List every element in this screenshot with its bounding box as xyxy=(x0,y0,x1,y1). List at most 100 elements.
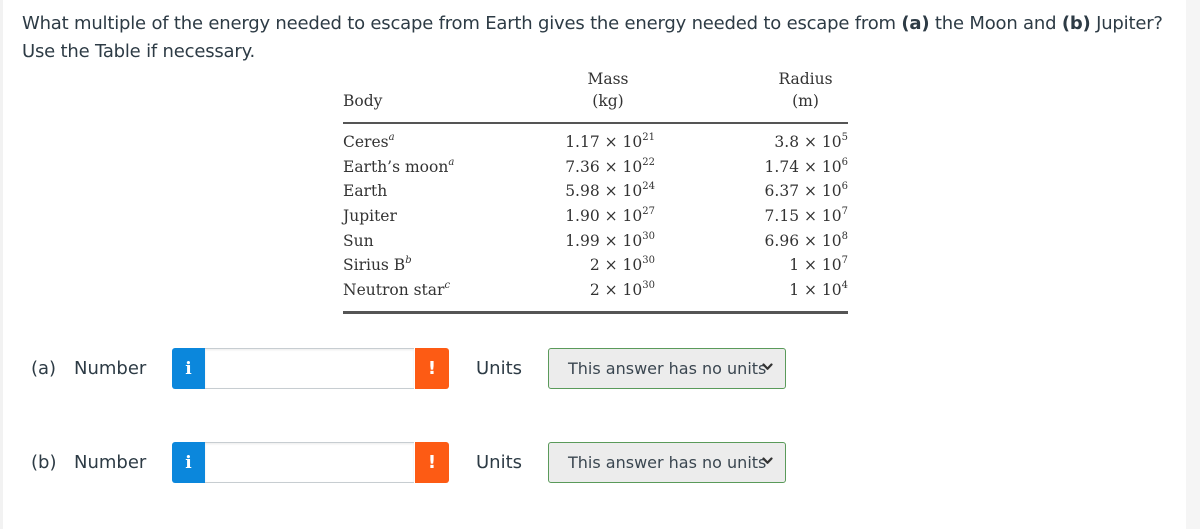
table-row: Earth’s moona 7.36 × 1022 1.74 × 106 xyxy=(343,155,848,180)
cell-mass: 1.90 × 1027 xyxy=(565,204,655,228)
header-radius-title: Radius xyxy=(778,70,833,88)
radius-mantissa: 6.37 × 10 xyxy=(764,182,842,201)
answer-row-b: (b) Number i! Units This answer has no units xyxy=(0,442,800,486)
mass-exponent: 30 xyxy=(642,230,655,242)
part-label: (a) xyxy=(31,358,57,379)
units-label: Units xyxy=(476,358,523,379)
table-body: Ceresa 1.17 × 1021 3.8 × 105 Earth’s moona 7… xyxy=(343,124,848,303)
cell-mass: 5.98 × 1024 xyxy=(565,179,655,203)
cell-mass: 1.17 × 1021 xyxy=(565,130,655,154)
cell-radius: 1.74 × 106 xyxy=(765,155,848,179)
units-selected-value: This answer has no units xyxy=(568,453,767,472)
cell-mass: 1.99 × 1030 xyxy=(565,229,655,253)
header-mass: Mass (kg) xyxy=(558,68,658,112)
question-part-1: What multiple of the energy needed to es… xyxy=(22,13,902,34)
number-input[interactable] xyxy=(205,348,414,389)
answer-row-a: (a) Number i! Units This answer has no units xyxy=(0,348,800,392)
table-row: Sirius Bb 2 × 1030 1 × 107 xyxy=(343,253,848,278)
mass-mantissa: 2 × 10 xyxy=(589,281,643,300)
cell-body: Jupiter xyxy=(343,204,397,228)
warning-button[interactable]: ! xyxy=(415,442,449,483)
question-marker-b: (b) xyxy=(1061,13,1091,34)
number-input[interactable] xyxy=(205,442,414,483)
body-name: Neutron star xyxy=(343,281,445,300)
mass-mantissa: 7.36 × 10 xyxy=(565,157,643,176)
body-name: Ceres xyxy=(343,133,389,151)
radius-mantissa: 1.74 × 10 xyxy=(764,157,842,176)
info-button[interactable]: i xyxy=(172,348,205,389)
warning-icon: ! xyxy=(427,452,437,473)
units-label: Units xyxy=(476,452,523,473)
table-row: Earth 5.98 × 1024 6.37 × 106 xyxy=(343,179,848,204)
radius-exponent: 6 xyxy=(841,181,848,193)
radius-mantissa: 7.15 × 10 xyxy=(764,207,842,226)
radius-exponent: 8 xyxy=(841,230,848,242)
question-marker-a: (a) xyxy=(901,13,930,34)
table-header-row: Body Mass (kg) Radius (m) xyxy=(343,66,848,118)
footnote-marker: b xyxy=(405,255,412,267)
cell-radius: 7.15 × 107 xyxy=(765,204,848,228)
body-name: Earth’s moon xyxy=(343,157,449,176)
body-name: Earth xyxy=(343,182,388,201)
cell-radius: 1 × 104 xyxy=(789,278,848,302)
radius-mantissa: 3.8 × 10 xyxy=(774,133,842,151)
mass-mantissa: 1.99 × 10 xyxy=(565,231,643,250)
warning-icon: ! xyxy=(427,358,437,379)
cell-body: Sirius Bb xyxy=(343,253,412,277)
body-name: Sirius B xyxy=(343,256,406,275)
body-name: Sun xyxy=(343,231,374,250)
cell-body: Earth xyxy=(343,179,387,203)
info-icon: i xyxy=(185,452,192,473)
cell-radius: 6.96 × 108 xyxy=(765,229,848,253)
info-button[interactable]: i xyxy=(172,442,205,483)
mass-exponent: 24 xyxy=(642,181,655,193)
radius-mantissa: 6.96 × 10 xyxy=(764,231,842,250)
question-part-2: the Moon and xyxy=(929,13,1062,34)
radius-exponent: 4 xyxy=(841,279,848,291)
cell-radius: 1 × 107 xyxy=(789,253,848,277)
number-label: Number xyxy=(74,358,147,379)
chevron-down-icon xyxy=(762,457,773,464)
footnote-marker: a xyxy=(448,156,455,168)
planetary-data-table: Body Mass (kg) Radius (m) Ceresa 1.17 × 1… xyxy=(343,66,848,314)
radius-exponent: 5 xyxy=(841,131,848,143)
mass-mantissa: 5.98 × 10 xyxy=(565,182,643,201)
cell-body: Neutron starc xyxy=(343,278,450,302)
part-label: (b) xyxy=(31,452,57,473)
table-bottom-rule xyxy=(343,310,848,314)
units-select[interactable]: This answer has no units xyxy=(548,442,786,483)
body-name: Jupiter xyxy=(343,207,397,226)
mass-exponent: 21 xyxy=(642,131,655,143)
table-row: Sun 1.99 × 1030 6.96 × 108 xyxy=(343,229,848,254)
cell-mass: 7.36 × 1022 xyxy=(565,155,655,179)
cell-body: Sun xyxy=(343,229,374,253)
mass-exponent: 30 xyxy=(642,255,655,267)
header-radius-unit: (m) xyxy=(792,92,819,110)
info-icon: i xyxy=(185,358,192,379)
radius-exponent: 6 xyxy=(841,156,848,168)
radius-exponent: 7 xyxy=(841,255,848,267)
mass-exponent: 30 xyxy=(642,279,655,291)
units-selected-value: This answer has no units xyxy=(568,359,767,378)
table-row: Jupiter 1.90 × 1027 7.15 × 107 xyxy=(343,204,848,229)
header-mass-title: Mass xyxy=(587,70,629,88)
radius-mantissa: 1 × 10 xyxy=(789,256,842,275)
question-text: What multiple of the energy needed to es… xyxy=(22,10,1172,66)
cell-body: Ceresa xyxy=(343,130,395,154)
warning-button[interactable]: ! xyxy=(415,348,449,389)
chevron-down-icon xyxy=(762,363,773,370)
cell-mass: 2 × 1030 xyxy=(590,278,655,302)
mass-mantissa: 2 × 10 xyxy=(589,256,643,275)
mass-exponent: 27 xyxy=(642,205,655,217)
header-mass-unit: (kg) xyxy=(592,92,624,110)
cell-radius: 3.8 × 105 xyxy=(774,130,848,154)
header-radius: Radius (m) xyxy=(763,68,848,112)
cell-mass: 2 × 1030 xyxy=(590,253,655,277)
units-select[interactable]: This answer has no units xyxy=(548,348,786,389)
table-row: Ceresa 1.17 × 1021 3.8 × 105 xyxy=(343,130,848,155)
cell-radius: 6.37 × 106 xyxy=(765,179,848,203)
header-body: Body xyxy=(343,92,383,110)
mass-mantissa: 1.90 × 10 xyxy=(565,207,643,226)
number-label: Number xyxy=(74,452,147,473)
radius-mantissa: 1 × 10 xyxy=(789,281,842,300)
